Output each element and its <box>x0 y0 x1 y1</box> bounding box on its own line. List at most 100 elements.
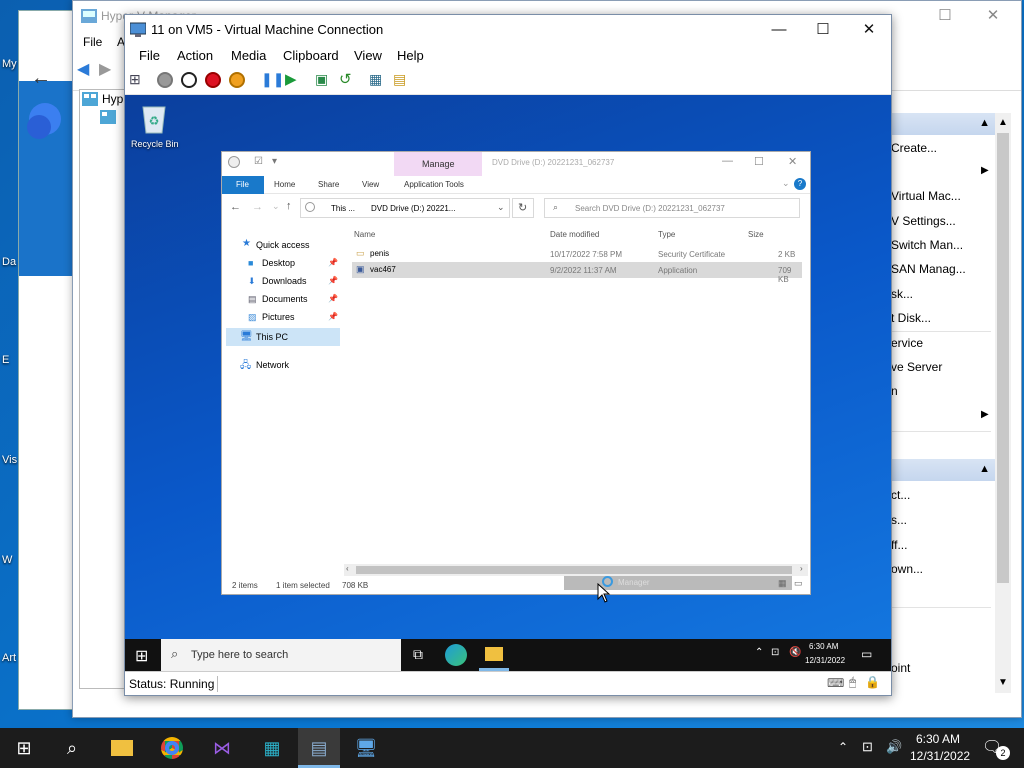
scroll-right-icon[interactable]: › <box>800 564 803 573</box>
search-icon[interactable]: ⌕ <box>58 734 86 762</box>
recycle-bin-label[interactable]: Recycle Bin <box>131 139 179 149</box>
column-type[interactable]: Type <box>658 230 675 239</box>
menu-help[interactable]: Help <box>397 48 424 63</box>
details-view-icon[interactable]: ▦ <box>778 578 787 589</box>
notification-icon[interactable]: ▭ <box>861 647 872 661</box>
search-box[interactable]: ⌕ Search DVD Drive (D:) 20221231_062737 <box>544 198 800 218</box>
maximize-button[interactable]: ☐ <box>923 5 967 27</box>
explorer-title-bar[interactable]: ☑ ▾ Manage DVD Drive (D:) 20221231_06273… <box>222 152 810 176</box>
actions-scrollbar[interactable]: ▲ ▼ <box>995 113 1011 693</box>
action-checkpoint[interactable]: oint <box>891 661 991 675</box>
action-inspect-disk[interactable]: t Disk... <box>891 311 991 325</box>
close-button[interactable]: ✕ <box>847 19 891 41</box>
maximize-button[interactable]: ☐ <box>754 155 764 168</box>
ctrl-alt-del-icon[interactable]: ⊞ <box>129 71 141 88</box>
tab-home[interactable]: Home <box>274 180 295 189</box>
file-explorer-icon[interactable] <box>108 734 136 762</box>
scroll-down-icon[interactable]: ▼ <box>998 677 1008 688</box>
shut-down-icon[interactable] <box>205 72 221 88</box>
large-icons-view-icon[interactable]: ▭ <box>794 578 803 589</box>
recycle-bin-icon[interactable]: ♻ <box>139 101 169 135</box>
vm-section-header[interactable]: ▲ <box>891 459 996 481</box>
scroll-up-icon[interactable]: ▲ <box>998 117 1008 128</box>
tab-view[interactable]: View <box>362 180 379 189</box>
collapse-icon[interactable]: ▲ <box>979 463 990 475</box>
navigation-tree[interactable]: Hyp <box>79 89 127 689</box>
column-date-modified[interactable]: Date modified <box>550 230 599 239</box>
maximize-button[interactable]: ☐ <box>801 19 845 41</box>
volume-muted-icon[interactable]: 🔇 <box>789 647 801 658</box>
action-stop-service[interactable]: ervice <box>891 336 991 350</box>
enhanced-session-icon[interactable]: ▦ <box>369 71 382 88</box>
minimize-button[interactable]: — <box>722 155 733 167</box>
help-icon[interactable]: ? <box>794 178 806 190</box>
tab-file[interactable]: File <box>222 176 264 194</box>
resume-icon[interactable]: ▶ <box>285 70 297 88</box>
start-windows-icon[interactable]: ⊞ <box>10 734 38 762</box>
collapse-icon[interactable]: ▲ <box>979 117 990 129</box>
action-edit-disk[interactable]: sk... <box>891 287 991 301</box>
file-explorer-taskbar-icon[interactable] <box>485 647 503 661</box>
menu-action[interactable]: Action <box>177 48 213 63</box>
up-arrow-icon[interactable]: ↑ <box>286 200 292 212</box>
desktop-icon-label[interactable]: Da <box>2 256 16 268</box>
action-shut-down[interactable]: own... <box>891 562 991 576</box>
show-hidden-icons-icon[interactable]: ⌃ <box>755 647 763 658</box>
recent-icon[interactable]: ⌄ <box>272 201 280 212</box>
chrome-icon[interactable] <box>158 734 186 762</box>
edge-browser-icon[interactable] <box>445 644 467 666</box>
close-button[interactable]: ✕ <box>788 155 797 168</box>
network-icon[interactable]: ⊡ <box>771 647 779 658</box>
desktop-icon-label[interactable]: My <box>2 58 17 70</box>
volume-icon[interactable]: 🔊 <box>886 739 902 755</box>
column-size[interactable]: Size <box>748 230 764 239</box>
actions-section-header[interactable]: ▲ <box>891 113 996 135</box>
desktop-icon-label[interactable]: Art <box>2 652 16 664</box>
title-bar[interactable]: 11 on VM5 - Virtual Machine Connection —… <box>125 15 891 45</box>
desktop-icon-label[interactable]: W <box>2 554 12 566</box>
action-connect[interactable]: ct... <box>891 488 991 502</box>
tree-root-label[interactable]: Hyp <box>102 92 123 106</box>
horizontal-scrollbar[interactable]: ‹ › <box>344 564 808 576</box>
nav-pictures[interactable]: Pictures <box>262 312 295 322</box>
guest-clock-time[interactable]: 6:30 AM <box>809 642 838 651</box>
properties-icon[interactable]: ☑ <box>254 156 263 167</box>
host-clock-time[interactable]: 6:30 AM <box>916 732 960 746</box>
nav-this-pc-row[interactable]: 🖥 This PC <box>226 328 340 346</box>
background-window[interactable]: ← <box>18 10 78 710</box>
action-refresh[interactable]: n <box>891 384 991 398</box>
pause-icon[interactable]: ❚❚ <box>261 71 284 88</box>
scroll-thumb[interactable] <box>997 133 1009 583</box>
save-icon[interactable] <box>229 72 245 88</box>
guest-clock-date[interactable]: 12/31/2022 <box>805 656 845 665</box>
tab-application-tools[interactable]: Application Tools <box>404 180 464 189</box>
nav-desktop[interactable]: Desktop <box>262 258 295 268</box>
file-explorer-window[interactable]: ☑ ▾ Manage DVD Drive (D:) 20221231_06273… <box>221 151 811 595</box>
action-switch-manager[interactable]: Switch Man... <box>891 238 991 252</box>
forward-icon[interactable]: ▶ <box>99 59 111 79</box>
desktop-icon-label[interactable]: Vis <box>2 454 17 466</box>
share-icon[interactable]: ▤ <box>393 71 406 88</box>
action-settings[interactable]: s... <box>891 513 991 527</box>
turn-off-icon[interactable] <box>181 72 197 88</box>
guest-display[interactable]: ♻ Recycle Bin ☑ ▾ Manage DVD Drive (D:) … <box>125 95 891 671</box>
vm-connection-taskbar-icon[interactable]: 🖥 <box>352 734 380 762</box>
network-icon[interactable]: ⊡ <box>862 739 873 755</box>
start-icon[interactable] <box>157 72 173 88</box>
forward-arrow-icon[interactable]: → <box>252 201 263 213</box>
vm-connection-window[interactable]: 11 on VM5 - Virtual Machine Connection —… <box>124 14 892 696</box>
refresh-button[interactable]: ↻ <box>512 198 534 218</box>
back-arrow-icon[interactable]: ← <box>31 67 51 90</box>
start-windows-icon[interactable]: ⊞ <box>135 646 148 666</box>
manage-tab-header[interactable]: Manage <box>394 152 482 176</box>
close-button[interactable]: ✕ <box>971 5 1015 27</box>
revert-icon[interactable]: ↺ <box>339 70 352 88</box>
hyperv-manager-taskbar-icon[interactable]: ▤ <box>298 728 340 768</box>
nav-documents[interactable]: Documents <box>262 294 308 304</box>
host-clock-date[interactable]: 12/31/2022 <box>910 749 970 763</box>
desktop-icon-label[interactable]: E <box>2 354 9 366</box>
breadcrumb-this-pc[interactable]: This ... <box>331 204 355 213</box>
task-view-icon[interactable]: ⧉ <box>413 646 423 663</box>
nav-network[interactable]: Network <box>256 360 289 370</box>
file-row[interactable]: ▭ penis 10/17/2022 7:58 PM Security Cert… <box>352 246 802 262</box>
